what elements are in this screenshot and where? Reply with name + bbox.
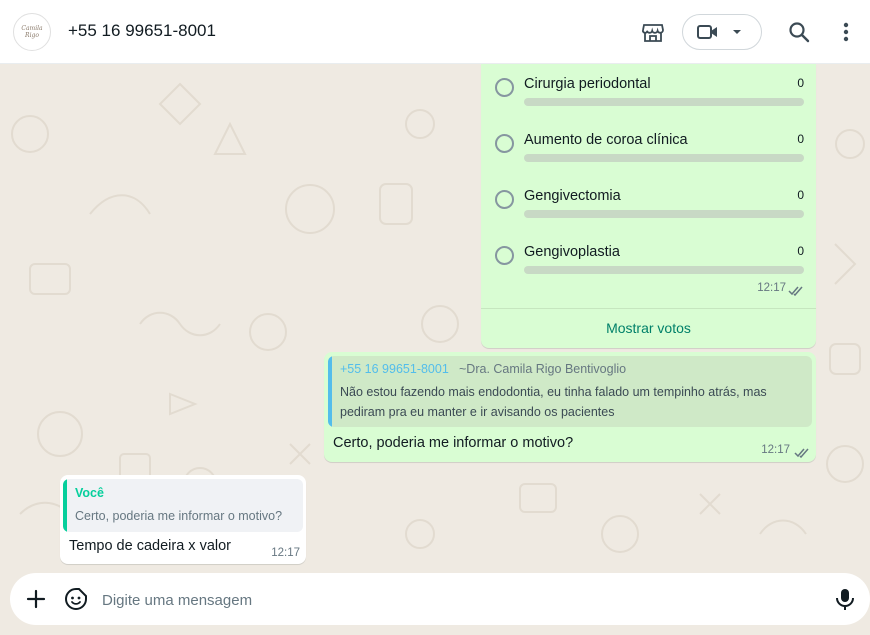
quote-text: Não estou fazendo mais endodontia, eu ti… bbox=[340, 385, 767, 419]
double-check-icon bbox=[788, 283, 804, 301]
poll-option[interactable]: Aumento de coroa clínica 0 bbox=[481, 126, 816, 182]
quoted-message[interactable]: Você Certo, poderia me informar o motivo… bbox=[63, 479, 303, 532]
poll-option-count: 0 bbox=[797, 132, 804, 146]
poll-option-label: Cirurgia periodontal bbox=[524, 76, 651, 92]
poll-radio[interactable] bbox=[495, 78, 514, 97]
message-time: 12:17 bbox=[271, 547, 300, 559]
avatar-logo-text: Camila Rigo bbox=[21, 25, 43, 39]
poll-radio[interactable] bbox=[495, 246, 514, 265]
message-time: 12:17 bbox=[757, 282, 786, 294]
sticker-icon[interactable] bbox=[64, 587, 88, 611]
plus-icon[interactable] bbox=[24, 587, 48, 611]
show-votes-button[interactable]: Mostrar votos bbox=[481, 309, 816, 347]
video-camera-icon bbox=[697, 23, 719, 41]
chat-header: Camila Rigo +55 16 99651-8001 bbox=[0, 0, 870, 64]
quote-accent-bar bbox=[63, 479, 67, 532]
poll-option-count: 0 bbox=[797, 244, 804, 258]
composer-box bbox=[10, 573, 870, 625]
quote-text: Certo, poderia me informar o motivo? bbox=[75, 509, 283, 523]
poll-option-count: 0 bbox=[797, 188, 804, 202]
quote-accent-bar bbox=[328, 356, 332, 427]
poll-option-bar bbox=[524, 154, 804, 162]
quote-author-alias: ~Dra. Camila Rigo Bentivoglio bbox=[459, 362, 627, 376]
chat-area[interactable]: Cirurgia periodontal 0 Aumento de coroa … bbox=[0, 64, 870, 573]
contact-name[interactable]: +55 16 99651-8001 bbox=[68, 21, 216, 41]
poll-option-bar bbox=[524, 266, 804, 274]
microphone-icon[interactable] bbox=[834, 587, 856, 611]
double-check-icon bbox=[794, 445, 810, 463]
poll-radio[interactable] bbox=[495, 134, 514, 153]
quote-author: Você bbox=[75, 486, 104, 500]
quoted-message[interactable]: +55 16 99651-8001 ~Dra. Camila Rigo Bent… bbox=[328, 356, 812, 427]
poll-option-count: 0 bbox=[797, 76, 804, 90]
poll-option[interactable]: Gengivectomia 0 bbox=[481, 182, 816, 238]
message-input[interactable] bbox=[100, 584, 804, 616]
poll-option-bar bbox=[524, 98, 804, 106]
avatar[interactable]: Camila Rigo bbox=[13, 13, 51, 51]
poll-option-label: Aumento de coroa clínica bbox=[524, 132, 688, 148]
outgoing-message[interactable]: +55 16 99651-8001 ~Dra. Camila Rigo Bent… bbox=[324, 352, 816, 462]
message-text: Tempo de cadeira x valor bbox=[69, 538, 231, 554]
poll-option-bar bbox=[524, 210, 804, 218]
poll-option[interactable]: Cirurgia periodontal 0 bbox=[481, 70, 816, 126]
quote-author: +55 16 99651-8001 bbox=[340, 362, 449, 376]
poll-message: Cirurgia periodontal 0 Aumento de coroa … bbox=[481, 64, 816, 348]
composer-bar bbox=[0, 573, 870, 635]
message-time: 12:17 bbox=[761, 444, 790, 456]
more-menu-icon[interactable] bbox=[836, 20, 856, 44]
chevron-down-icon bbox=[729, 23, 745, 41]
poll-radio[interactable] bbox=[495, 190, 514, 209]
search-icon[interactable] bbox=[787, 20, 811, 44]
message-text: Certo, poderia me informar o motivo? bbox=[333, 435, 574, 451]
store-icon[interactable] bbox=[640, 20, 666, 46]
incoming-message[interactable]: Você Certo, poderia me informar o motivo… bbox=[60, 475, 306, 564]
poll-option-label: Gengivoplastia bbox=[524, 244, 620, 260]
video-call-button[interactable] bbox=[682, 14, 762, 50]
poll-option-label: Gengivectomia bbox=[524, 188, 621, 204]
